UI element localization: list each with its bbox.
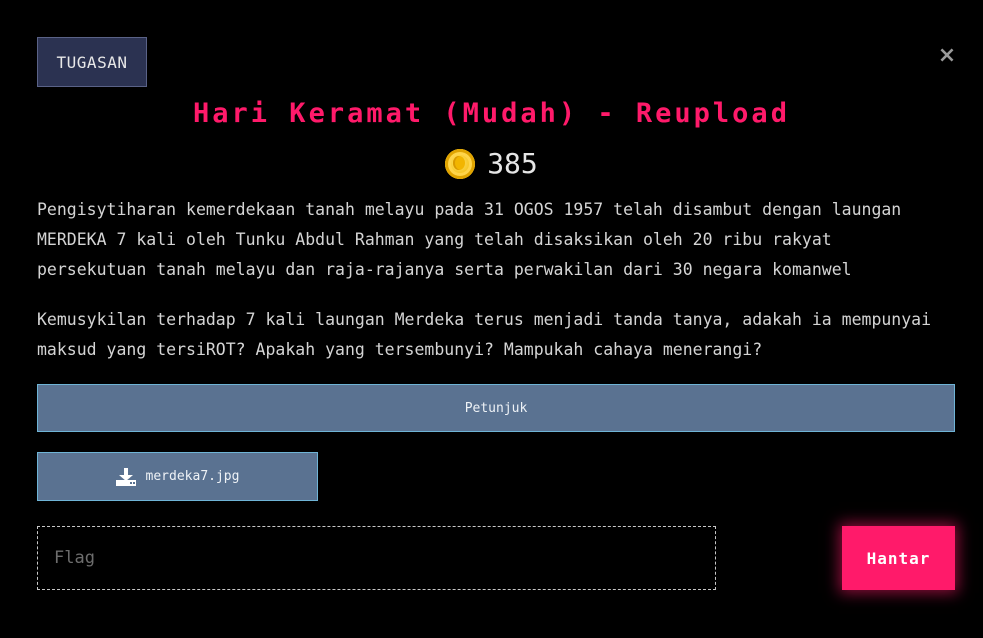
download-icon [115,467,136,486]
coin-icon [445,148,476,179]
category-badge: TUGASAN [37,37,147,87]
hint-button[interactable]: Petunjuk [37,384,955,432]
flag-input[interactable] [37,526,716,590]
challenge-points: 385 [0,147,983,180]
category-badge-label: TUGASAN [56,52,128,72]
submit-button[interactable]: Hantar [842,526,955,590]
close-button[interactable]: × [934,42,960,68]
close-icon: × [937,42,957,68]
file-name: merdeka7.jpg [145,469,240,484]
hint-button-label: Petunjuk [464,400,528,416]
challenge-title: Hari Keramat (Mudah) - Reupload [193,98,790,129]
points-value: 385 [487,147,538,180]
file-download-button[interactable]: merdeka7.jpg [37,452,318,501]
challenge-description-paragraph-2: Kemusykilan terhadap 7 kali laungan Merd… [37,310,932,359]
challenge-description-paragraph-1: Pengisytiharan kemerdekaan tanah melayu … [37,200,902,279]
